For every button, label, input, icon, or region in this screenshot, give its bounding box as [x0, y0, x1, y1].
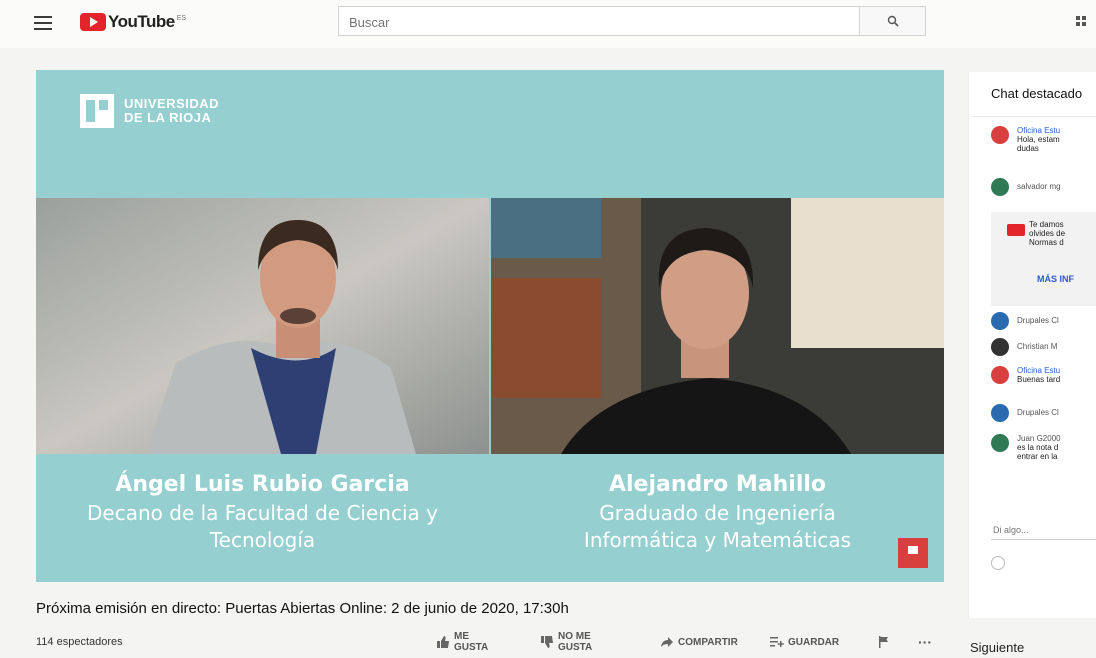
like-button[interactable]: ME GUSTA [436, 630, 488, 654]
flag-icon [879, 636, 888, 648]
video-title: Próxima emisión en directo: Puertas Abie… [36, 600, 569, 617]
video-player[interactable]: UNIVERSIDAD DE LA RIOJA S [36, 70, 944, 582]
speaker-left-video: S [36, 198, 489, 454]
emoji-icon[interactable] [991, 556, 1005, 570]
avatar[interactable] [991, 366, 1009, 384]
more-actions-button[interactable]: ··· [918, 630, 932, 654]
thumbs-up-icon [437, 636, 449, 648]
youtube-notice-icon [1007, 224, 1025, 236]
chat-message: Drupales Cl [991, 404, 1059, 422]
chat-title[interactable]: Chat destacado [991, 86, 1082, 101]
avatar[interactable] [991, 338, 1009, 356]
chat-message: Juan G2000 es la nota d entrar en la [991, 434, 1061, 461]
chat-author: Oficina Estu [1017, 366, 1061, 375]
hamburger-menu-icon[interactable] [34, 16, 52, 30]
thumbs-down-icon [541, 636, 553, 648]
chat-message: Oficina Estu Buenas tard [991, 366, 1060, 384]
dislike-label-line1: NO ME [558, 631, 591, 642]
speaker-left-role-line2: Tecnología [209, 528, 316, 552]
chat-author: salvador mg [1017, 182, 1061, 191]
chat-author: Drupales Cl [1017, 408, 1059, 417]
search-button[interactable] [860, 6, 926, 36]
chat-input[interactable] [991, 524, 1095, 536]
speaker-right-role-line2: Informática y Matemáticas [583, 528, 852, 552]
university-name: UNIVERSIDAD DE LA RIOJA [124, 97, 219, 125]
notice-line1: Te damos [1029, 220, 1064, 229]
university-badge-icon [898, 538, 928, 568]
search-box [338, 6, 871, 37]
dislike-button[interactable]: NO ME GUSTA [540, 630, 592, 654]
chat-text: Buenas tard [1017, 375, 1061, 384]
live-chat-panel: Chat destacado Oficina Estu Hola, estam du… [968, 72, 1096, 618]
chat-divider [971, 116, 1096, 117]
avatar[interactable] [991, 434, 1009, 452]
share-arrow-icon [661, 637, 673, 647]
notice-line3: Normas d [1029, 238, 1064, 247]
chat-text: entrar en la [1017, 452, 1058, 461]
chat-author: Drupales Cl [1017, 316, 1059, 325]
speaker-right-role-line1: Graduado de Ingeniería [599, 501, 836, 525]
share-label: COMPARTIR [678, 636, 738, 648]
speaker-left-name: Ángel Luis Rubio Garcia [115, 472, 410, 497]
chat-message: Christian M [991, 338, 1057, 356]
share-button[interactable]: COMPARTIR [660, 630, 738, 654]
speaker-right-image [491, 198, 944, 454]
like-label-line1: ME [454, 631, 469, 642]
top-bar: YouTube ES [0, 0, 1096, 48]
avatar[interactable] [991, 404, 1009, 422]
chat-text: es la nota d [1017, 443, 1059, 452]
logo-region: ES [176, 14, 187, 22]
create-video-icon[interactable] [1076, 16, 1086, 26]
youtube-logo[interactable]: YouTube ES [80, 12, 186, 32]
save-label: GUARDAR [788, 636, 840, 648]
chat-text: dudas [1017, 144, 1039, 153]
chat-author: Juan G2000 [1017, 434, 1061, 443]
speaker-right-caption: Alejandro Mahillo Graduado de Ingeniería… [491, 470, 944, 554]
chat-text: Hola, estam [1017, 135, 1060, 144]
chat-author: Oficina Estu [1017, 126, 1061, 135]
search-input[interactable] [339, 7, 871, 37]
save-button[interactable]: GUARDAR [770, 630, 839, 654]
chat-message: Oficina Estu Hola, estam dudas [991, 126, 1060, 153]
avatar[interactable] [991, 126, 1009, 144]
viewer-count: 114 espectadores [36, 636, 123, 648]
speaker-left-caption: Ángel Luis Rubio Garcia Decano de la Fac… [36, 470, 489, 554]
chat-message: Drupales Cl [991, 312, 1059, 330]
avatar[interactable] [991, 312, 1009, 330]
speaker-left-image [36, 198, 489, 454]
chat-author: Christian M [1017, 342, 1058, 351]
notice-line2: olvides de [1029, 229, 1066, 238]
more-icon: ··· [918, 634, 932, 650]
university-name-line2: DE LA RIOJA [124, 110, 212, 125]
speaker-right-name: Alejandro Mahillo [608, 472, 827, 497]
search-icon [887, 15, 899, 27]
avatar[interactable] [991, 178, 1009, 196]
youtube-play-icon [80, 13, 106, 31]
dislike-label-line2: GUSTA [558, 642, 593, 653]
university-name-line1: UNIVERSIDAD [124, 96, 220, 111]
chat-message: salvador mg [991, 178, 1061, 196]
university-logo-icon [80, 94, 114, 128]
more-info-link[interactable]: MÁS INF [1037, 274, 1074, 284]
chat-input-underline [991, 539, 1096, 540]
logo-text: YouTube [108, 12, 175, 31]
up-next-label: Siguiente [970, 640, 1025, 655]
playlist-add-icon [770, 637, 784, 647]
report-button[interactable] [878, 630, 890, 654]
chat-notice: Te damos olvides de Normas d MÁS INF [991, 212, 1096, 306]
like-label-line2: GUSTA [454, 642, 489, 653]
speaker-right-video [491, 198, 944, 454]
speaker-left-role-line1: Decano de la Facultad de Ciencia y [87, 501, 438, 525]
university-logo: UNIVERSIDAD DE LA RIOJA [80, 94, 219, 128]
